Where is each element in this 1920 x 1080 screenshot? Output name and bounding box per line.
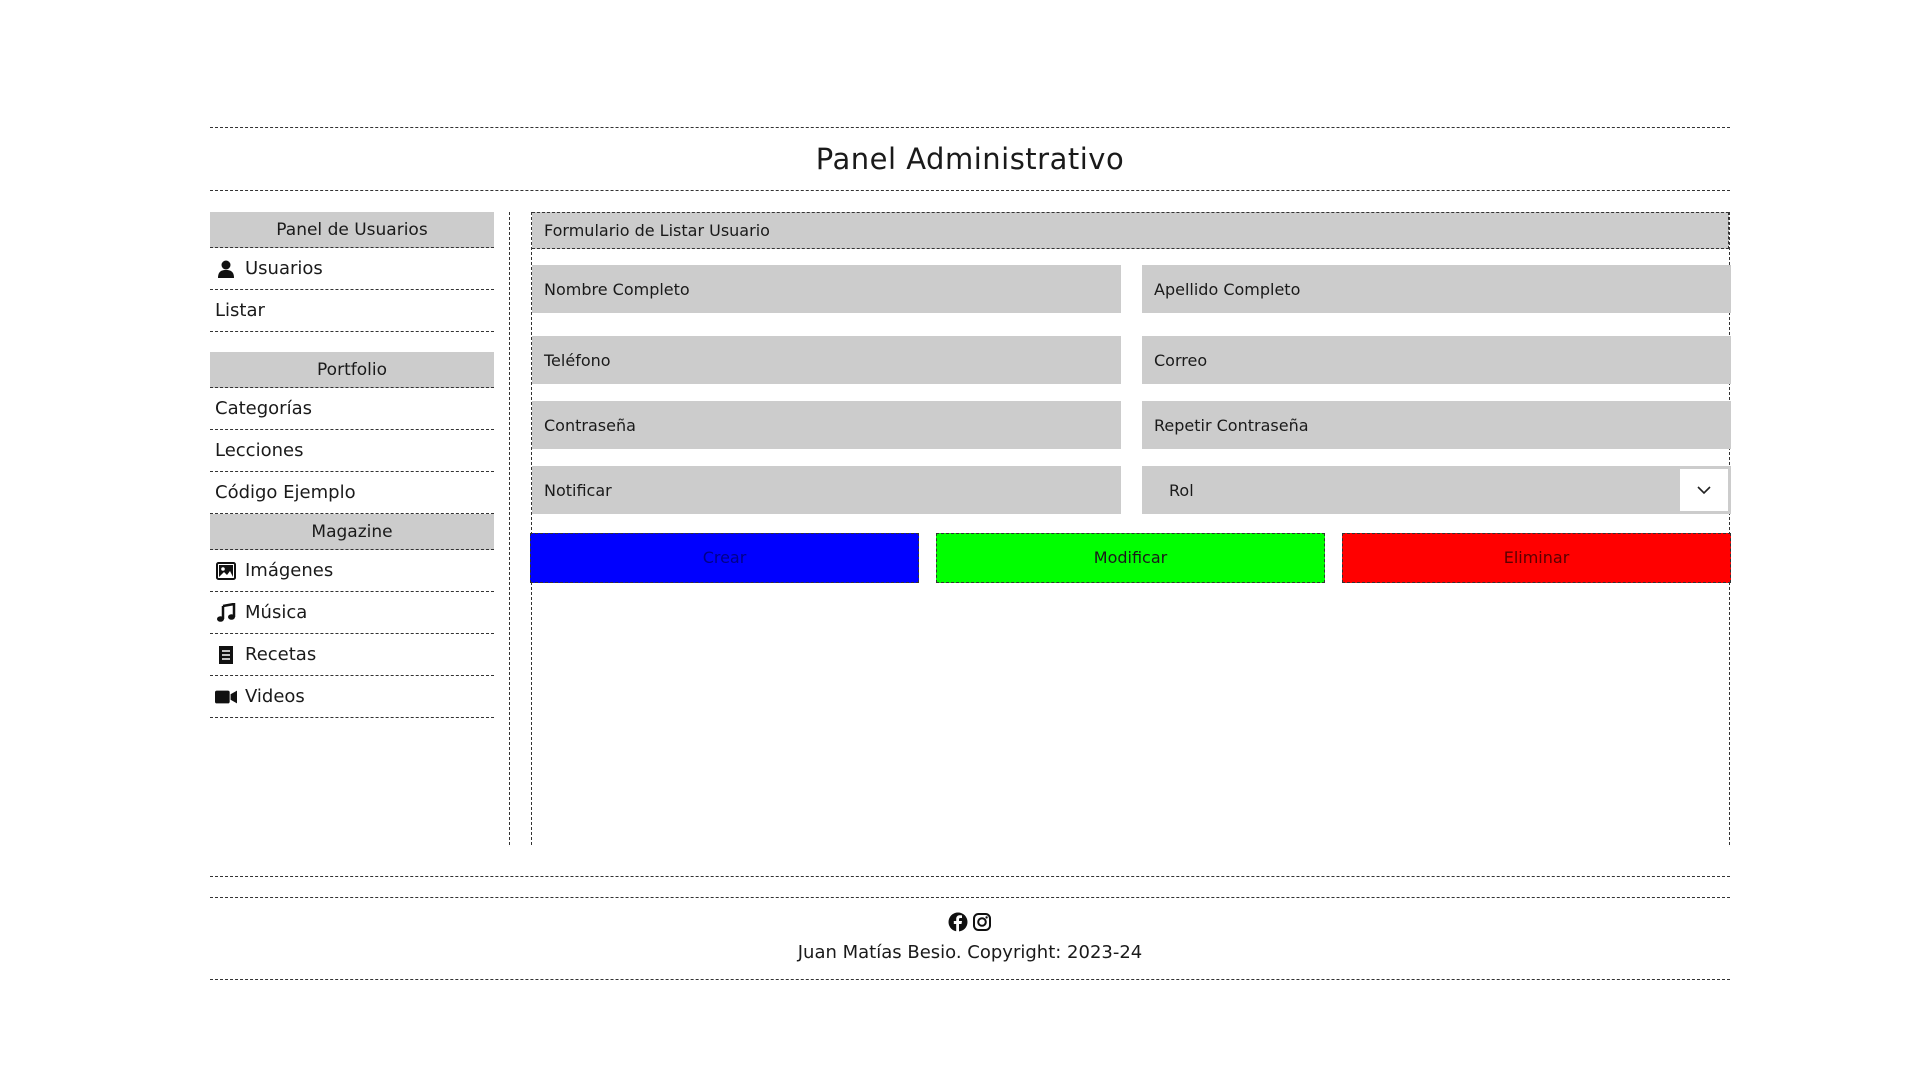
field-placeholder: Apellido Completo (1154, 279, 1301, 299)
user-icon (215, 258, 237, 280)
sidebar-item-label: Listar (215, 300, 265, 321)
copyright-text: Juan Matías Besio. Copyright: 2023-24 (797, 942, 1143, 963)
field-placeholder: Nombre Completo (544, 279, 690, 299)
sidebar-section-title: Portfolio (210, 352, 494, 388)
sidebar-item-usuarios[interactable]: Usuarios (210, 248, 494, 290)
page-header: Panel Administrativo (210, 127, 1730, 191)
notificar-field[interactable]: Notificar (532, 466, 1121, 514)
music-icon (215, 602, 237, 624)
repetir-contrasena-field[interactable]: Repetir Contraseña (1142, 401, 1731, 449)
field-placeholder: Repetir Contraseña (1154, 415, 1309, 435)
sidebar-item-musica[interactable]: Música (210, 592, 494, 634)
facebook-icon[interactable] (948, 912, 968, 934)
sidebar-item-lecciones[interactable]: Lecciones (210, 430, 494, 472)
sidebar-section-title: Magazine (210, 514, 494, 550)
sidebar-item-recetas[interactable]: Recetas (210, 634, 494, 676)
field-placeholder: Correo (1154, 350, 1208, 370)
rol-select[interactable]: Rol (1142, 466, 1731, 514)
sidebar-item-imagenes[interactable]: Imágenes (210, 550, 494, 592)
sidebar-item-label: Lecciones (215, 440, 304, 461)
sidebar-item-label: Recetas (245, 644, 317, 665)
modificar-button[interactable]: Modificar (936, 533, 1325, 583)
select-value: Rol (1169, 480, 1194, 500)
sidebar-item-label: Videos (245, 686, 305, 707)
sidebar-item-label: Música (245, 602, 308, 623)
crear-button[interactable]: Crear (530, 533, 919, 583)
sidebar-item-label: Código Ejemplo (215, 482, 356, 503)
telefono-field[interactable]: Teléfono (532, 336, 1121, 384)
footer: Juan Matías Besio. Copyright: 2023-24 (210, 897, 1730, 980)
sidebar-item-codigo-ejemplo[interactable]: Código Ejemplo (210, 472, 494, 514)
contrasena-field[interactable]: Contraseña (532, 401, 1121, 449)
sidebar-section-title: Panel de Usuarios (210, 212, 494, 248)
field-placeholder: Notificar (544, 480, 612, 500)
nombre-completo-field[interactable]: Nombre Completo (532, 265, 1121, 313)
sidebar-item-label: Usuarios (245, 258, 323, 279)
receipt-icon (215, 644, 237, 666)
sidebar-item-label: Categorías (215, 398, 312, 419)
field-placeholder: Teléfono (544, 350, 611, 370)
correo-field[interactable]: Correo (1142, 336, 1731, 384)
instagram-icon[interactable] (972, 912, 992, 934)
footer-divider (210, 876, 1730, 877)
chevron-down-icon[interactable] (1680, 469, 1728, 511)
sidebar: Panel de Usuarios Usuarios Listar Portfo… (210, 212, 510, 845)
video-icon (215, 686, 237, 708)
sidebar-item-categorias[interactable]: Categorías (210, 388, 494, 430)
form-title: Formulario de Listar Usuario (532, 212, 1729, 249)
image-icon (215, 560, 237, 582)
social-links (210, 912, 1730, 934)
field-placeholder: Contraseña (544, 415, 636, 435)
eliminar-button[interactable]: Eliminar (1342, 533, 1731, 583)
apellido-completo-field[interactable]: Apellido Completo (1142, 265, 1731, 313)
sidebar-item-videos[interactable]: Videos (210, 676, 494, 718)
sidebar-item-listar[interactable]: Listar (210, 290, 494, 332)
form-panel: Formulario de Listar Usuario Nombre Comp… (530, 212, 1731, 845)
sidebar-item-label: Imágenes (245, 560, 334, 581)
page-title: Panel Administrativo (815, 142, 1125, 176)
